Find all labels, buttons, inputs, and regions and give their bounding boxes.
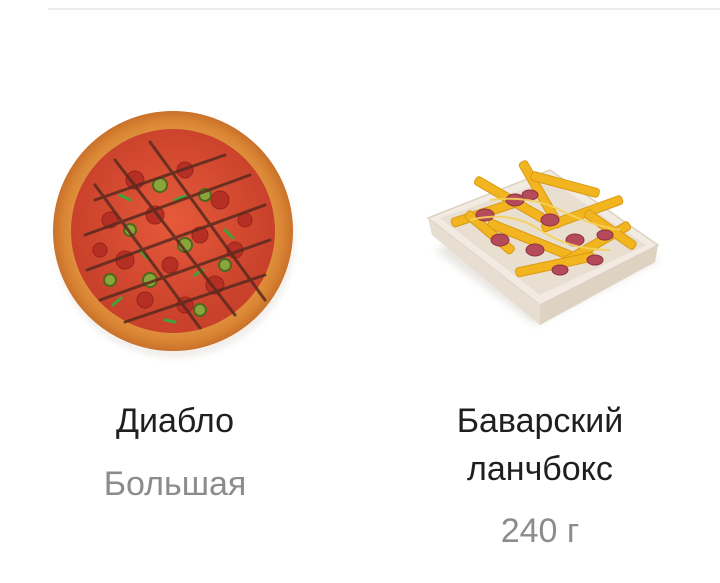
product-card-diablo[interactable]: Диабло Большая xyxy=(25,100,325,570)
product-card-lunchbox[interactable]: Баварский ланчбокс 240 г xyxy=(390,100,690,570)
top-divider xyxy=(48,8,720,10)
pizza-diablo-image[interactable] xyxy=(25,100,325,370)
product-weight: 240 г xyxy=(500,512,580,550)
product-name[interactable]: Баварский ланчбокс xyxy=(390,397,690,493)
bavarian-lunchbox-image[interactable] xyxy=(390,100,690,370)
product-size: Большая xyxy=(103,465,247,503)
product-name[interactable]: Диабло xyxy=(25,397,325,445)
